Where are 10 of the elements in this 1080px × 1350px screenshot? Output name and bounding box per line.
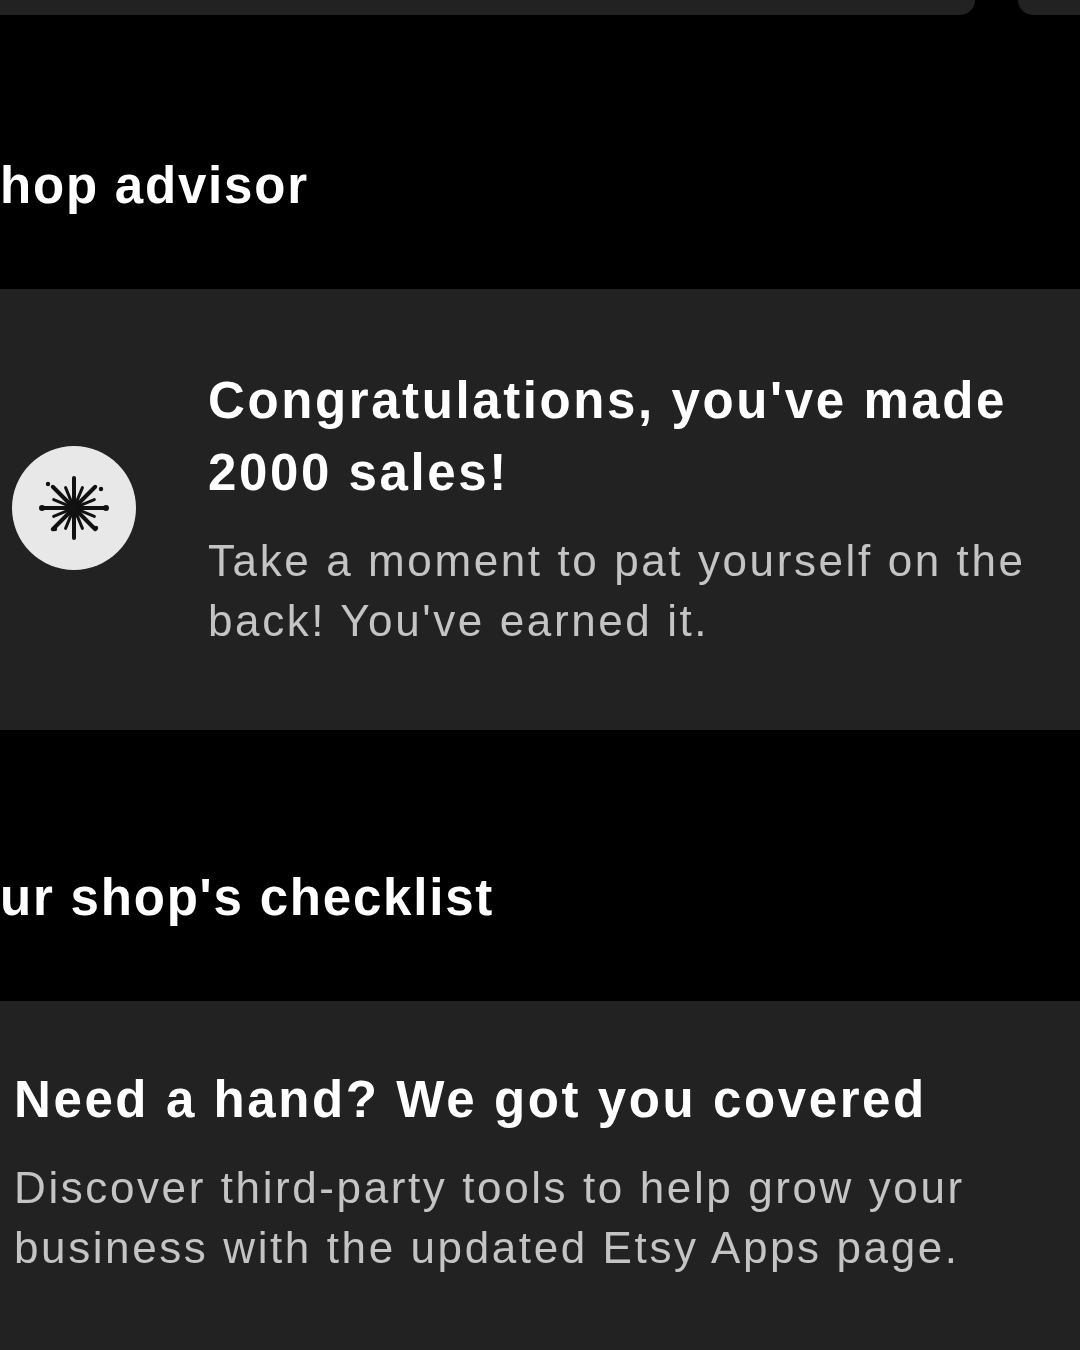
card-description: Discover third-party tools to help grow your business with the updated Etsy Apps page. <box>14 1162 966 1274</box>
section-heading: ur shop's checklist <box>0 868 496 928</box>
card-background[interactable]: Need a hand? We got you covered Discover third-party tools to help grow your business with the updated Etsy Apps page. <box>0 1001 1080 1350</box>
section-heading: hop advisor <box>0 156 310 216</box>
card-title: Congratulations, you've made 2000 sales! <box>208 371 1009 503</box>
fireworks-icon <box>12 446 136 570</box>
card-background[interactable]: Congratulations, you've made 2000 sales! Take a moment to pat yourself on the back! You've earned it. <box>0 289 1080 730</box>
card-description: Take a moment to pat yourself on the back! You've earned it. <box>208 535 1027 647</box>
card-title: Need a hand? We got you covered <box>14 1070 928 1130</box>
card-background <box>1018 0 1080 15</box>
